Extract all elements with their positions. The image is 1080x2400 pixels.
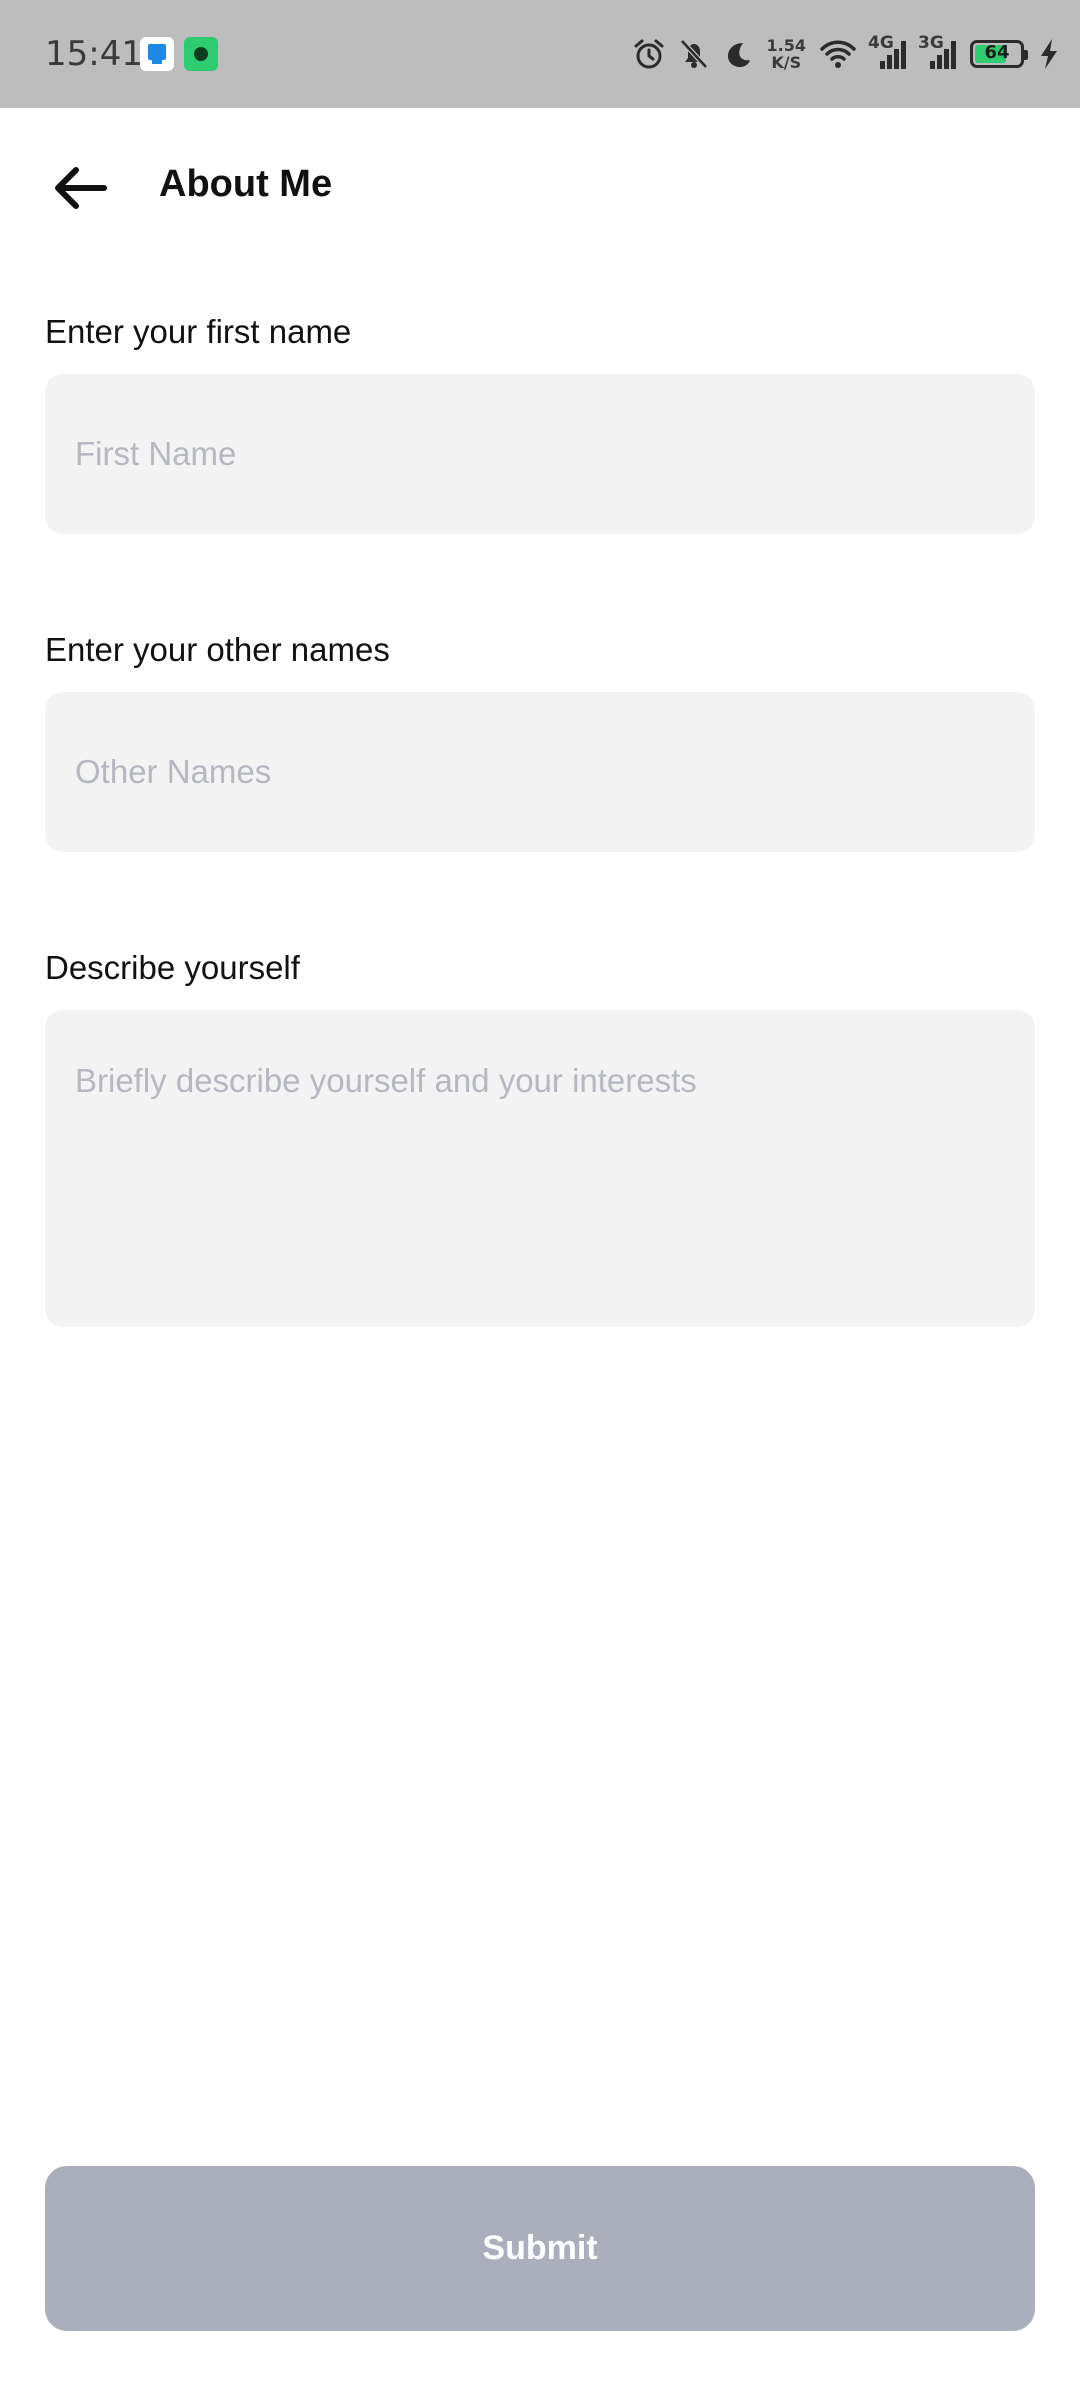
bell-off-icon [679,38,709,70]
battery-icon: 64 [970,40,1028,68]
signal-icon: 3G [918,33,956,71]
status-icons: 1.54 K/S 4G 3G 64 [633,30,1060,78]
description-label: Describe yourself [45,949,300,986]
network-speed: 1.54 K/S [767,37,806,71]
first-name-label: Enter your first name [45,313,352,350]
notification-app-icon [184,37,218,71]
moon-icon [723,39,753,69]
network-type-label: 3G [918,33,944,53]
network-type-label: 4G [868,33,894,53]
other-names-label: Enter your other names [45,631,390,668]
status-bar: 15:41 1.54 K/S 4G 3G 64 [0,0,1080,108]
alarm-icon [633,38,665,70]
notification-app-icon [140,37,174,71]
network-speed-value: 1.54 [766,36,806,55]
other-names-input[interactable] [45,692,1035,852]
submit-button[interactable]: Submit [45,2166,1035,2331]
back-button[interactable] [40,150,120,230]
signal-icon: 4G [868,33,906,71]
network-speed-unit: K/S [771,53,802,72]
wifi-icon [820,39,856,69]
page-title: About Me [159,163,333,205]
description-textarea[interactable] [45,1010,1035,1327]
charging-icon [1038,38,1060,70]
first-name-input[interactable] [45,374,1035,534]
battery-level: 64 [984,42,1010,63]
status-time: 15:41 [45,34,143,74]
arrow-left-icon [52,165,108,216]
